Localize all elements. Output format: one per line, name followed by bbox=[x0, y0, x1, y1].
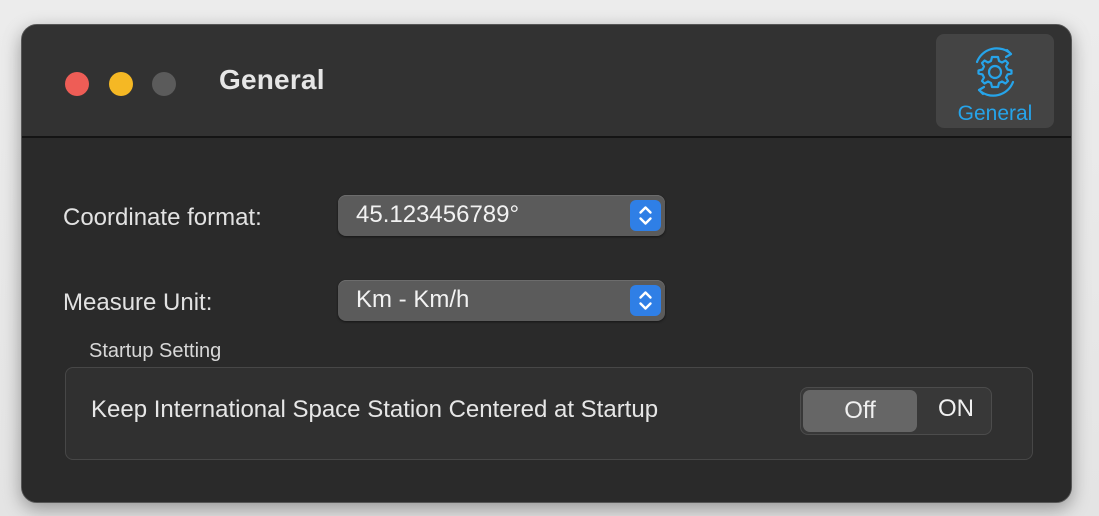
measure-unit-value: Km - Km/h bbox=[356, 286, 470, 313]
close-button[interactable] bbox=[65, 72, 89, 96]
gear-cycle-icon bbox=[975, 47, 1015, 97]
toolbar-general-tab[interactable]: General bbox=[936, 34, 1054, 128]
chevron-up-down-icon bbox=[630, 285, 661, 316]
toggle-on-segment[interactable]: ON bbox=[921, 388, 991, 434]
startup-setting-title: Startup Setting bbox=[89, 340, 222, 362]
coordinate-format-value: 45.123456789° bbox=[356, 201, 520, 228]
measure-unit-popup[interactable]: Km - Km/h bbox=[338, 280, 665, 321]
desktop-background: General General Coordinate format: 45.12… bbox=[0, 0, 1099, 516]
window-title: General bbox=[219, 64, 325, 95]
coordinate-format-label: Coordinate format: bbox=[63, 204, 262, 231]
preferences-window: General General Coordinate format: 45.12… bbox=[21, 24, 1072, 503]
chevron-up-down-icon bbox=[630, 200, 661, 231]
toolbar-general-label: General bbox=[957, 102, 1033, 125]
coordinate-format-popup[interactable]: 45.123456789° bbox=[338, 195, 665, 236]
keep-centered-toggle: Off ON bbox=[800, 387, 992, 435]
zoom-button bbox=[152, 72, 176, 96]
startup-setting-box: Keep International Space Station Centere… bbox=[65, 367, 1033, 460]
general-settings-pane: Coordinate format: 45.123456789° Measure… bbox=[22, 138, 1071, 502]
minimize-button[interactable] bbox=[109, 72, 133, 96]
toggle-off-segment[interactable]: Off bbox=[803, 390, 917, 432]
measure-unit-label: Measure Unit: bbox=[63, 289, 213, 316]
title-bar[interactable]: General General bbox=[22, 25, 1071, 138]
keep-centered-label: Keep International Space Station Centere… bbox=[91, 396, 659, 423]
